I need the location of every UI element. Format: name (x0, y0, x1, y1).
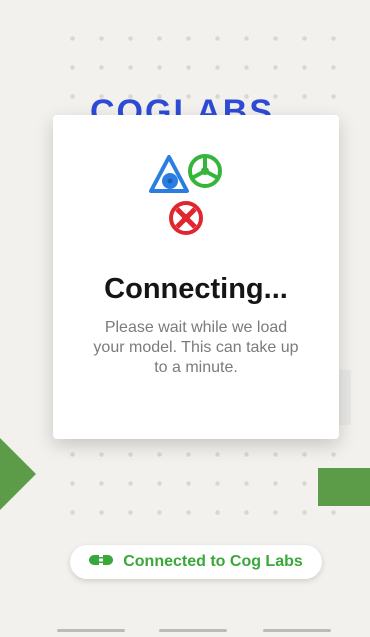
right-arrow-icon (318, 468, 370, 506)
left-arrow-icon (0, 438, 36, 510)
nav-home-button[interactable] (159, 629, 227, 632)
dialog-title: Connecting... (104, 273, 288, 305)
dialog-message: Please wait while we load your model. Th… (93, 319, 299, 376)
green-wheel-icon (188, 154, 222, 188)
blue-triangle-wheel-icon (149, 155, 189, 193)
nav-recents-button[interactable] (57, 629, 125, 632)
cog-logo (143, 145, 253, 255)
connecting-dialog: Connecting... Please wait while we load … (53, 115, 339, 439)
red-wheel-icon (169, 201, 203, 235)
navigation-bar (0, 620, 370, 637)
plug-icon (89, 553, 114, 571)
connection-status-text: Connected to Cog Labs (123, 553, 303, 570)
connection-status-pill: Connected to Cog Labs (70, 545, 322, 579)
dot-grid-bottom (58, 440, 338, 530)
nav-back-button[interactable] (263, 629, 331, 632)
dot-grid-top (58, 24, 338, 104)
